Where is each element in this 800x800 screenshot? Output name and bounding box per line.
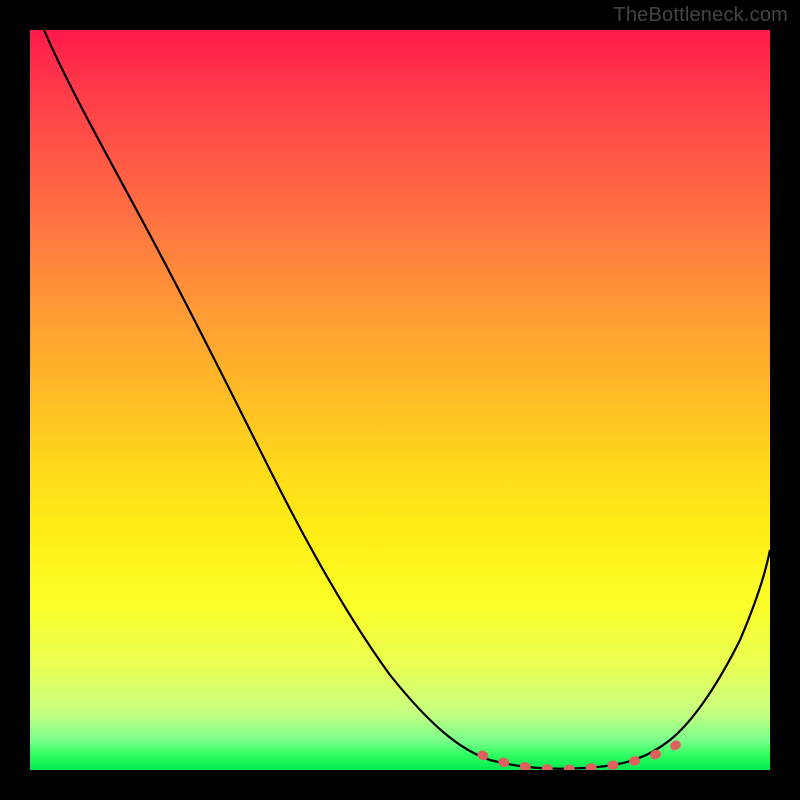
chart-svg	[30, 30, 770, 770]
plot-area	[30, 30, 770, 770]
watermark-text: TheBottleneck.com	[613, 4, 788, 27]
bottleneck-curve-line	[44, 30, 770, 769]
